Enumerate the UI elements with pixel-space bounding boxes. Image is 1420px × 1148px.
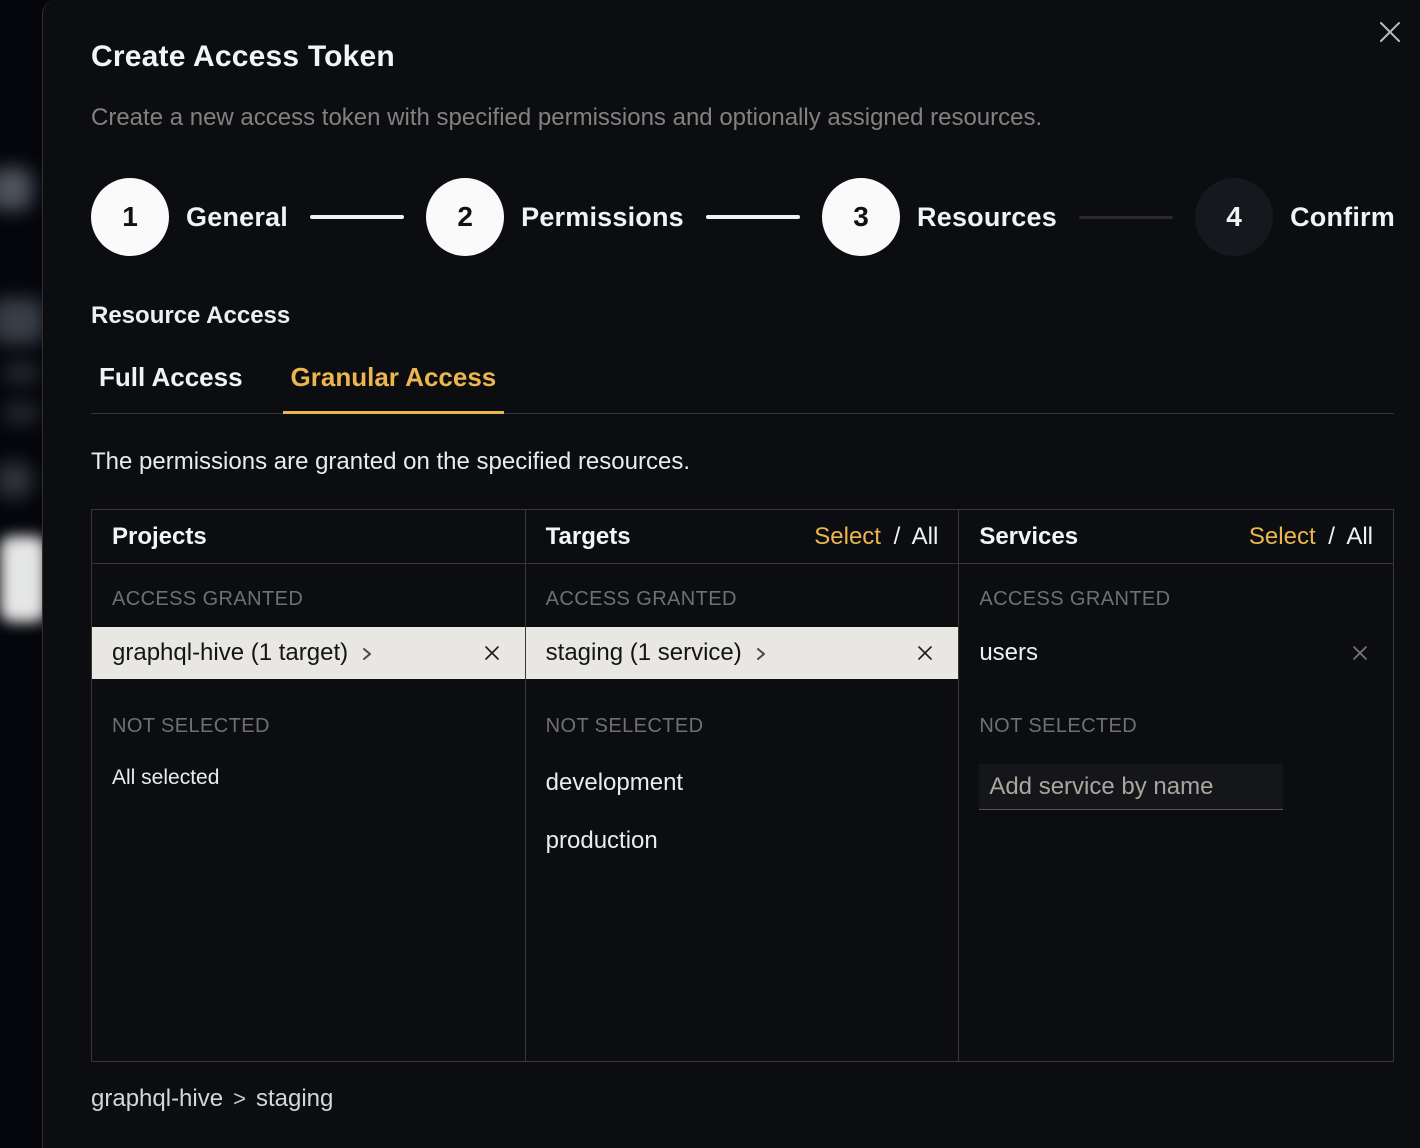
step-confirm[interactable]: 4 Confirm xyxy=(1195,178,1395,256)
remove-project-icon[interactable] xyxy=(479,640,505,666)
background-blur-blob xyxy=(0,462,32,498)
not-selected-label: NOT SELECTED xyxy=(959,679,1393,754)
services-select-all: Select / All xyxy=(1249,523,1373,551)
services-column: Services Select / All ACCESS GRANTED use… xyxy=(959,510,1393,1061)
step-number-badge: 1 xyxy=(91,178,169,256)
targets-all-link[interactable]: All xyxy=(912,523,939,550)
chevron-right-icon xyxy=(754,645,768,663)
breadcrumb: graphql-hive > staging xyxy=(91,1085,1392,1113)
step-connector xyxy=(310,215,404,219)
selected-service-row[interactable]: users xyxy=(959,627,1393,679)
step-general[interactable]: 1 General xyxy=(91,178,288,256)
background-page-strip xyxy=(0,0,42,1148)
step-number-badge: 2 xyxy=(426,178,504,256)
tab-granular-access[interactable]: Granular Access xyxy=(283,356,505,414)
step-connector xyxy=(1079,216,1173,219)
create-access-token-modal: Create Access Token Create a new access … xyxy=(42,0,1420,1148)
step-number-badge: 3 xyxy=(822,178,900,256)
selected-service-name: users xyxy=(979,639,1038,667)
step-label: Permissions xyxy=(521,202,684,233)
breadcrumb-target: staging xyxy=(256,1085,333,1113)
chevron-right-icon xyxy=(360,645,374,663)
targets-select-all: Select / All xyxy=(814,523,938,551)
step-permissions[interactable]: 2 Permissions xyxy=(426,178,684,256)
background-blur-blob xyxy=(0,298,42,344)
step-label: General xyxy=(186,202,288,233)
selected-project-name: graphql-hive (1 target) xyxy=(112,639,348,667)
background-blur-blob xyxy=(0,536,42,622)
target-option-production[interactable]: production xyxy=(526,812,959,870)
services-all-link[interactable]: All xyxy=(1346,523,1373,550)
access-granted-label: ACCESS GRANTED xyxy=(92,564,525,627)
projects-column-title: Projects xyxy=(112,523,207,551)
not-selected-label: NOT SELECTED xyxy=(92,679,525,754)
background-blur-blob xyxy=(2,362,40,384)
targets-select-link[interactable]: Select xyxy=(814,523,881,550)
step-resources[interactable]: 3 Resources xyxy=(822,178,1057,256)
selected-target-row[interactable]: staging (1 service) xyxy=(526,627,959,679)
access-granted-label: ACCESS GRANTED xyxy=(959,564,1393,627)
resource-selection-table: Projects ACCESS GRANTED graphql-hive (1 … xyxy=(91,509,1394,1062)
background-blur-blob xyxy=(2,402,40,424)
selected-target-name: staging (1 service) xyxy=(546,639,742,667)
services-column-title: Services xyxy=(979,523,1078,551)
granular-access-description: The permissions are granted on the speci… xyxy=(91,448,1392,476)
remove-service-icon[interactable] xyxy=(1347,640,1373,666)
access-granted-label: ACCESS GRANTED xyxy=(526,564,959,627)
background-blur-blob xyxy=(0,168,32,210)
wizard-stepper: 1 General 2 Permissions 3 Resources 4 Co… xyxy=(91,178,1395,256)
services-column-header: Services Select / All xyxy=(959,510,1393,564)
projects-column-header: Projects xyxy=(92,510,525,564)
targets-column-title: Targets xyxy=(546,523,631,551)
close-icon[interactable] xyxy=(1374,16,1406,48)
access-mode-tabs: Full Access Granular Access xyxy=(91,356,1394,414)
breadcrumb-project: graphql-hive xyxy=(91,1085,223,1113)
targets-column-header: Targets Select / All xyxy=(526,510,959,564)
services-select-link[interactable]: Select xyxy=(1249,523,1316,550)
breadcrumb-separator-icon: > xyxy=(233,1086,246,1112)
step-label: Confirm xyxy=(1290,202,1395,233)
selected-project-row[interactable]: graphql-hive (1 target) xyxy=(92,627,525,679)
step-label: Resources xyxy=(917,202,1057,233)
select-all-divider: / xyxy=(894,523,901,550)
targets-column: Targets Select / All ACCESS GRANTED stag… xyxy=(526,510,960,1061)
select-all-divider: / xyxy=(1328,523,1335,550)
tab-full-access[interactable]: Full Access xyxy=(91,356,251,414)
step-number-badge: 4 xyxy=(1195,178,1273,256)
target-option-development[interactable]: development xyxy=(526,754,959,812)
projects-column: Projects ACCESS GRANTED graphql-hive (1 … xyxy=(92,510,526,1061)
modal-subtitle: Create a new access token with specified… xyxy=(91,104,1392,132)
projects-all-selected-note: All selected xyxy=(92,754,525,802)
not-selected-label: NOT SELECTED xyxy=(526,679,959,754)
add-service-input[interactable] xyxy=(979,764,1283,810)
step-connector xyxy=(706,215,800,219)
modal-title: Create Access Token xyxy=(91,40,1392,74)
resource-access-heading: Resource Access xyxy=(91,302,1392,330)
remove-target-icon[interactable] xyxy=(912,640,938,666)
